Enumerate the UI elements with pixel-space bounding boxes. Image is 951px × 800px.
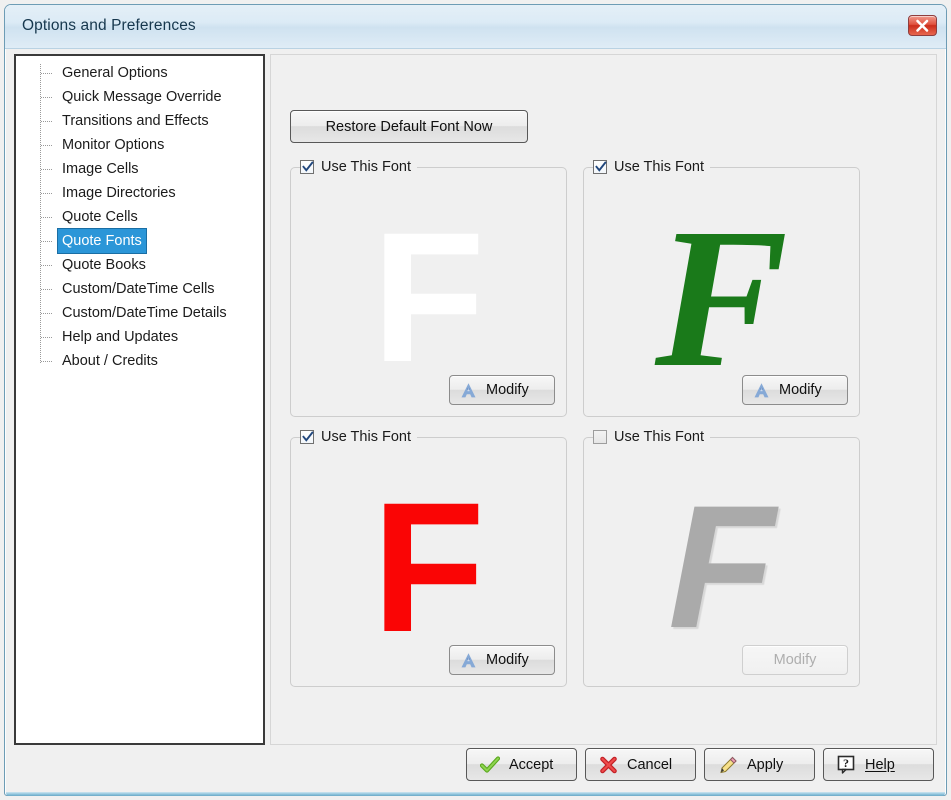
- checkmark-icon: [302, 161, 314, 172]
- apply-button[interactable]: Apply: [704, 748, 815, 781]
- sidebar-item-label: Quick Message Override: [62, 89, 222, 105]
- font-slot-1-use-label: Use This Font: [321, 159, 411, 175]
- pencil-icon: [718, 756, 738, 774]
- help-label: Help: [865, 756, 895, 773]
- sidebar-item-label: Quote Books: [62, 257, 146, 273]
- tree-connector-icon: [41, 145, 53, 146]
- font-slot-2-modify-button[interactable]: Modify: [742, 375, 848, 405]
- font-slot-4-sample-glyph: F: [668, 470, 775, 666]
- checkmark-icon: [302, 431, 314, 442]
- tree-connector-icon: [41, 337, 53, 338]
- title-bar[interactable]: Options and Preferences: [5, 5, 946, 49]
- window-title: Options and Preferences: [22, 17, 196, 34]
- font-slot-1-sample-glyph: F: [371, 194, 485, 401]
- settings-tree-list: General Options Quick Message Override Tra…: [16, 56, 263, 373]
- font-slot-4-modify-label: Modify: [773, 652, 817, 668]
- sidebar-item-label: Image Directories: [62, 185, 176, 201]
- quote-fonts-panel: Restore Default Font Now Use This Font F: [270, 54, 937, 745]
- font-slot-3-use-checkbox[interactable]: [300, 430, 314, 444]
- tree-connector-icon: [41, 97, 53, 98]
- sidebar-item-quote-fonts[interactable]: Quote Fonts: [16, 229, 263, 253]
- close-button[interactable]: [908, 15, 937, 36]
- tree-connector-icon: [41, 121, 53, 122]
- tree-connector-icon: [41, 217, 53, 218]
- font-a-icon: [459, 652, 478, 669]
- cancel-label: Cancel: [627, 756, 673, 773]
- sidebar-item-label: Quote Fonts: [58, 229, 146, 253]
- sidebar-item-label: General Options: [62, 65, 168, 81]
- tree-connector-icon: [41, 241, 53, 242]
- sidebar-item-quote-books[interactable]: Quote Books: [16, 253, 263, 277]
- font-slot-3-sample-glyph: F: [371, 464, 485, 671]
- close-icon: [916, 19, 929, 32]
- checkmark-icon: [595, 161, 607, 172]
- font-slot-1-legend: Use This Font: [300, 157, 417, 177]
- sidebar-item-general-options[interactable]: General Options: [16, 61, 263, 85]
- font-slot-2-use-label: Use This Font: [614, 159, 704, 175]
- tree-connector-icon: [41, 193, 53, 194]
- font-slot-2-modify-label: Modify: [779, 382, 822, 398]
- sidebar-item-transitions-and-effects[interactable]: Transitions and Effects: [16, 109, 263, 133]
- sidebar-item-label: About / Credits: [62, 353, 158, 369]
- font-slot-2: Use This Font F Modify: [583, 157, 860, 417]
- tree-connector-icon: [41, 73, 53, 74]
- accept-button[interactable]: Accept: [466, 748, 577, 781]
- sidebar-item-custom-datetime-details[interactable]: Custom/DateTime Details: [16, 301, 263, 325]
- sidebar-item-label: Monitor Options: [62, 137, 165, 153]
- tree-connector-icon: [41, 169, 53, 170]
- font-a-icon: [459, 382, 478, 399]
- font-slot-1: Use This Font F Modify: [290, 157, 567, 417]
- sidebar-item-about-credits[interactable]: About / Credits: [16, 349, 263, 373]
- font-slot-4-use-label: Use This Font: [614, 429, 704, 445]
- sidebar-item-label: Custom/DateTime Details: [62, 305, 227, 321]
- dialog-body: General Options Quick Message Override Tra…: [6, 49, 945, 794]
- sidebar-item-label: Image Cells: [62, 161, 139, 177]
- font-slot-2-sample-glyph: F: [654, 187, 789, 409]
- font-slot-3-legend: Use This Font: [300, 427, 417, 447]
- sidebar-item-label: Help and Updates: [62, 329, 179, 345]
- font-slot-4-legend: Use This Font: [593, 427, 710, 447]
- settings-tree-pane[interactable]: General Options Quick Message Override Tra…: [14, 54, 265, 745]
- font-slot-4: Use This Font F Modify: [583, 427, 860, 687]
- font-slot-2-legend: Use This Font: [593, 157, 710, 177]
- help-button[interactable]: ? Help: [823, 748, 934, 781]
- font-slot-2-use-checkbox[interactable]: [593, 160, 607, 174]
- apply-label: Apply: [747, 756, 784, 773]
- font-slot-1-modify-label: Modify: [486, 382, 529, 398]
- options-dialog-window: Options and Preferences General Options Q…: [0, 0, 951, 800]
- sidebar-item-custom-datetime-cells[interactable]: Custom/DateTime Cells: [16, 277, 263, 301]
- question-balloon-icon: ?: [837, 755, 856, 774]
- check-icon: [480, 755, 500, 774]
- tree-connector-icon: [41, 265, 53, 266]
- x-icon: [599, 756, 618, 774]
- font-slot-3: Use This Font F Modify: [290, 427, 567, 687]
- sidebar-item-label: Custom/DateTime Cells: [62, 281, 215, 297]
- font-slot-1-modify-button[interactable]: Modify: [449, 375, 555, 405]
- font-slot-3-modify-label: Modify: [486, 652, 529, 668]
- tree-connector-icon: [41, 313, 53, 314]
- sidebar-item-monitor-options[interactable]: Monitor Options: [16, 133, 263, 157]
- sidebar-item-label: Quote Cells: [62, 209, 138, 225]
- sidebar-item-help-and-updates[interactable]: Help and Updates: [16, 325, 263, 349]
- font-slot-3-use-label: Use This Font: [321, 429, 411, 445]
- font-slot-1-use-checkbox[interactable]: [300, 160, 314, 174]
- font-slot-4-use-checkbox[interactable]: [593, 430, 607, 444]
- tree-connector-icon: [41, 361, 53, 362]
- font-a-icon: [752, 382, 771, 399]
- font-slot-4-modify-button: Modify: [742, 645, 848, 675]
- svg-text:?: ?: [843, 756, 849, 770]
- sidebar-item-label: Transitions and Effects: [62, 113, 209, 129]
- cancel-button[interactable]: Cancel: [585, 748, 696, 781]
- font-slot-3-modify-button[interactable]: Modify: [449, 645, 555, 675]
- sidebar-item-quote-cells[interactable]: Quote Cells: [16, 205, 263, 229]
- accept-label: Accept: [509, 756, 554, 773]
- restore-default-font-label: Restore Default Font Now: [325, 118, 493, 135]
- sidebar-item-quick-message-override[interactable]: Quick Message Override: [16, 85, 263, 109]
- sidebar-item-image-cells[interactable]: Image Cells: [16, 157, 263, 181]
- restore-default-font-button[interactable]: Restore Default Font Now: [290, 110, 528, 143]
- window-bottom-accent: [6, 792, 945, 796]
- tree-connector-icon: [41, 289, 53, 290]
- sidebar-item-image-directories[interactable]: Image Directories: [16, 181, 263, 205]
